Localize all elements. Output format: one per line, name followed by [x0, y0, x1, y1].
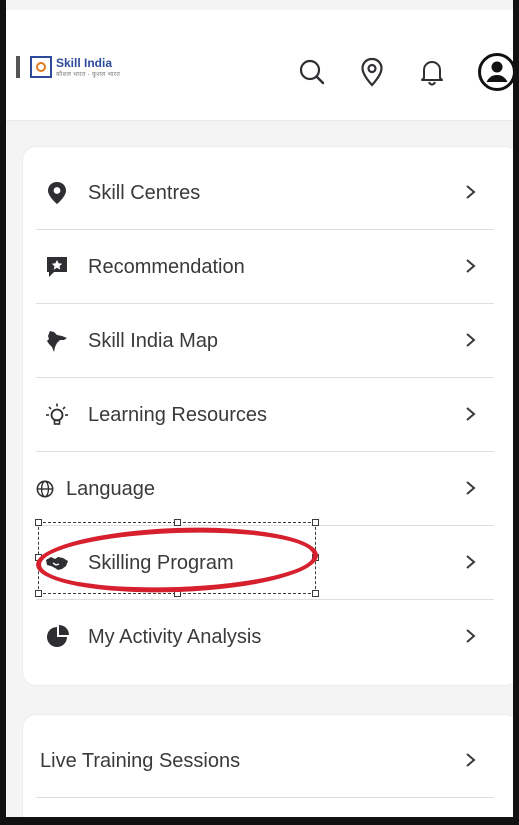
- menu-item-language[interactable]: Language: [22, 452, 496, 526]
- logo-brand-text: Skill India: [56, 55, 113, 70]
- pie-chart-icon: [40, 620, 74, 654]
- menu-item-label: My Activity Analysis: [88, 625, 262, 648]
- menu-item-skill-centres[interactable]: Skill Centres: [22, 156, 496, 230]
- chevron-right-icon: [464, 182, 478, 202]
- menu-item-label: Learning Resources: [88, 403, 267, 426]
- chevron-right-icon: [464, 626, 478, 646]
- recommendation-icon: [40, 250, 74, 284]
- menu-item-label: Live Training Sessions: [40, 749, 241, 772]
- location-pin-icon[interactable]: [356, 56, 388, 88]
- menu-item-label: Language: [66, 477, 155, 500]
- chevron-right-icon: [464, 404, 478, 424]
- skill-india-logo[interactable]: Skill India कौशल भारत - कुशल भारत: [16, 50, 121, 84]
- chevron-right-icon: [464, 330, 478, 350]
- divider: [36, 797, 494, 798]
- logo-mark-icon: [30, 56, 52, 78]
- user-avatar-icon[interactable]: [477, 52, 513, 92]
- chevron-right-icon: [464, 478, 478, 498]
- menu-item-skill-india-map[interactable]: Skill India Map: [22, 304, 496, 378]
- menu-item-skilling-program[interactable]: Skilling Program: [22, 526, 496, 600]
- menu-item-label: Skill India Map: [88, 329, 219, 352]
- india-map-icon: [40, 324, 74, 358]
- skill-centre-pin-icon: [40, 176, 74, 210]
- lightbulb-icon: [40, 398, 74, 432]
- menu-item-label: Skill Centres: [88, 181, 201, 204]
- handshake-icon: [40, 546, 74, 580]
- phone-frame: Skill India कौशल भारत - कुशल भारत Skill …: [0, 0, 519, 825]
- menu-item-live-training-sessions[interactable]: Live Training Sessions: [22, 724, 496, 798]
- logo-tagline: कौशल भारत - कुशल भारत: [56, 71, 121, 78]
- globe-icon: [28, 472, 62, 506]
- menu-item-learning-resources[interactable]: Learning Resources: [22, 378, 496, 452]
- chevron-right-icon: [464, 750, 478, 770]
- chevron-right-icon: [464, 552, 478, 572]
- chevron-right-icon: [464, 256, 478, 276]
- bell-icon[interactable]: [416, 56, 448, 88]
- menu-item-label: Recommendation: [88, 255, 245, 278]
- logo-edge: [16, 56, 20, 78]
- menu-item-recommendation[interactable]: Recommendation: [22, 230, 496, 304]
- menu-item-my-activity-analysis[interactable]: My Activity Analysis: [22, 600, 496, 674]
- search-icon[interactable]: [296, 56, 328, 88]
- menu-item-label: Skilling Program: [88, 551, 234, 574]
- app-header: Skill India कौशल भारत - कुशल भारत: [6, 10, 513, 121]
